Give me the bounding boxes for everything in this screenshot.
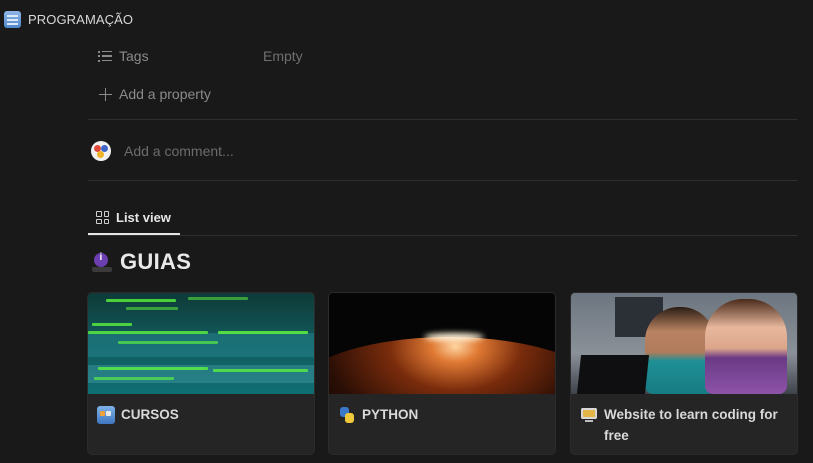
tab-label: List view xyxy=(116,210,171,225)
comment-row[interactable]: Add a comment... xyxy=(91,139,234,163)
avatar xyxy=(91,141,111,161)
list-icon xyxy=(94,50,116,62)
card-title: CURSOS xyxy=(121,407,179,422)
python-logo-icon xyxy=(338,406,356,424)
plus-icon xyxy=(94,87,116,101)
add-property-label: Add a property xyxy=(119,86,211,102)
comment-input[interactable]: Add a comment... xyxy=(124,143,234,159)
calendar-page-icon xyxy=(4,10,21,28)
gallery-card-website[interactable]: Website to learn coding for free xyxy=(571,293,797,454)
card-cover-image xyxy=(329,293,555,394)
property-label: Tags xyxy=(119,48,149,64)
breadcrumb-title: PROGRAMAÇÃO xyxy=(28,11,134,27)
card-cover-image xyxy=(88,293,314,394)
gallery-card-python[interactable]: PYTHON xyxy=(329,293,555,454)
card-title: PYTHON xyxy=(362,407,419,422)
gallery-card-cursos[interactable]: CURSOS xyxy=(88,293,314,454)
card-cover-image xyxy=(571,293,797,394)
add-property-button[interactable]: Add a property xyxy=(88,78,797,110)
section-title-text: GUIAS xyxy=(120,249,192,274)
info-badge-icon xyxy=(92,251,112,273)
section-title: GUIAS xyxy=(92,247,191,277)
property-row-tags[interactable]: Tags Empty xyxy=(88,40,797,72)
property-value[interactable]: Empty xyxy=(263,48,303,64)
gallery-grid-icon xyxy=(96,211,109,224)
card-title: Website to learn coding for free xyxy=(604,407,778,443)
breadcrumb[interactable]: PROGRAMAÇÃO xyxy=(4,10,133,28)
tab-underline-divider xyxy=(88,235,797,236)
books-icon xyxy=(97,406,115,424)
divider xyxy=(88,119,797,120)
divider xyxy=(88,180,797,181)
tab-list-view[interactable]: List view xyxy=(88,202,180,235)
computer-icon xyxy=(580,406,598,424)
